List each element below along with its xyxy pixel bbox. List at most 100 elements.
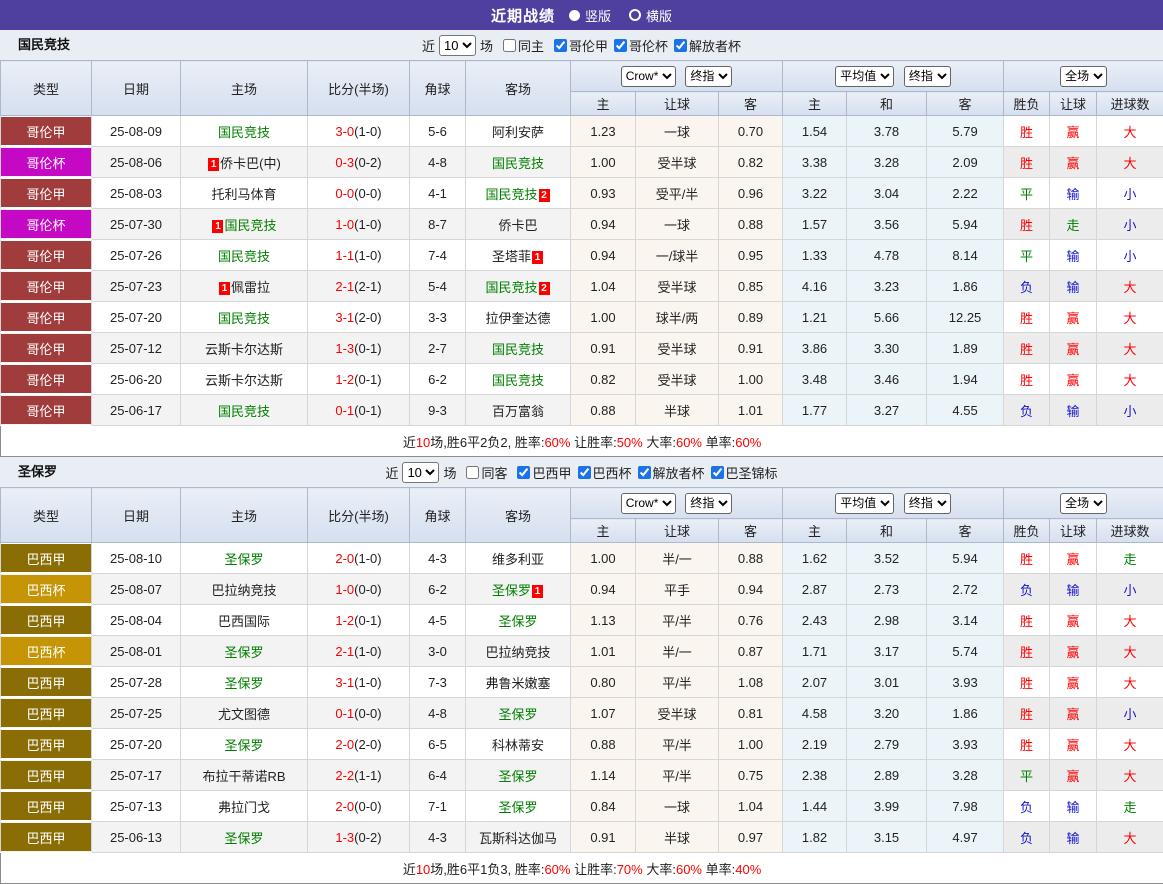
avg-home: 1.62 <box>783 543 847 574</box>
avg-home: 1.77 <box>783 395 847 426</box>
team-label: 国民竞技 <box>492 342 544 357</box>
avg-home: 4.58 <box>783 698 847 729</box>
result-goals: 大 <box>1097 333 1163 364</box>
match-date: 25-07-13 <box>92 791 181 822</box>
same-venue-filter[interactable]: 同主 <box>497 36 544 55</box>
league-checkbox[interactable] <box>674 39 687 52</box>
odds-home: 0.91 <box>571 822 636 853</box>
subcol-avg-home: 主 <box>783 519 847 543</box>
league-filter[interactable]: 解放者杯 <box>668 36 741 55</box>
corner-count: 6-5 <box>410 729 466 760</box>
league-checkbox[interactable] <box>638 466 651 479</box>
league-badge: 巴西杯 <box>1 574 92 605</box>
summary-segment: 场,胜6平2负2, 胜率: <box>430 435 544 450</box>
score-cell: 0-1(0-1) <box>308 395 410 426</box>
result-scope-select[interactable]: 全场 <box>1060 66 1107 87</box>
avg-home: 1.44 <box>783 791 847 822</box>
team-label: 侨卡巴(中) <box>220 156 281 171</box>
league-badge: 哥伦甲 <box>1 271 92 302</box>
odds-home: 1.00 <box>571 302 636 333</box>
summary-segment: 60% <box>676 862 702 877</box>
match-row: 哥伦甲25-07-12云斯卡尔达斯1-3(0-1)2-7国民竞技0.91受半球0… <box>1 333 1163 364</box>
league-filter[interactable]: 哥伦杯 <box>608 36 668 55</box>
away-team: 百万富翁 <box>466 395 571 426</box>
match-count-select[interactable]: 10 <box>402 462 439 483</box>
col-corner: 角球 <box>410 61 466 116</box>
same-venue-checkbox[interactable] <box>503 39 516 52</box>
team-label: 托利马体育 <box>211 187 276 202</box>
match-row: 哥伦杯25-08-061侨卡巴(中)0-3(0-2)4-8国民竞技1.00受半球… <box>1 147 1163 178</box>
same-venue-filter[interactable]: 同客 <box>460 463 507 482</box>
league-checkbox[interactable] <box>711 466 724 479</box>
match-row: 哥伦甲25-07-26国民竞技1-1(1-0)7-4圣塔菲10.94一/球半0.… <box>1 240 1163 271</box>
odds-handicap: 平/半 <box>636 729 719 760</box>
odds-stage-select[interactable]: 终指 <box>685 66 732 87</box>
radio-vertical-layout[interactable]: 竖版 <box>569 6 611 25</box>
avg-away: 3.28 <box>927 760 1004 791</box>
odds-stage-select[interactable]: 终指 <box>685 493 732 514</box>
home-team: 云斯卡尔达斯 <box>181 364 308 395</box>
matches-table: 类型 日期 主场 比分(半场) 角球 客场 Crow* 终指 平均值 终指 全场 <box>0 487 1163 884</box>
result-scope-select[interactable]: 全场 <box>1060 493 1107 514</box>
odds-handicap: 半/一 <box>636 543 719 574</box>
summary-segment: 近 <box>403 862 416 877</box>
odds-handicap: 受半球 <box>636 271 719 302</box>
odds-handicap: 受平/半 <box>636 178 719 209</box>
away-team: 圣保罗 <box>466 698 571 729</box>
radio-horizontal-layout[interactable]: 横版 <box>629 6 672 25</box>
league-checkbox[interactable] <box>517 466 530 479</box>
match-row: 巴西甲25-07-17布拉干蒂诺RB2-2(1-1)6-4圣保罗1.14平/半0… <box>1 760 1163 791</box>
avg-away: 5.94 <box>927 543 1004 574</box>
result-goals: 大 <box>1097 729 1163 760</box>
corner-count: 6-2 <box>410 364 466 395</box>
home-team: 圣保罗 <box>181 667 308 698</box>
avg-company-select[interactable]: 平均值 <box>835 66 894 87</box>
result-handicap: 赢 <box>1050 116 1097 147</box>
away-team: 国民竞技2 <box>466 178 571 209</box>
avg-draw: 3.23 <box>847 271 927 302</box>
fulltime-score: 1-3 <box>335 341 354 356</box>
league-filter[interactable]: 巴圣锦标 <box>705 463 778 482</box>
corner-count: 4-5 <box>410 605 466 636</box>
league-checkbox[interactable] <box>614 39 627 52</box>
league-badge: 哥伦甲 <box>1 178 92 209</box>
avg-home: 3.86 <box>783 333 847 364</box>
result-goals: 大 <box>1097 636 1163 667</box>
summary-segment: 让胜率: <box>570 862 616 877</box>
league-checkbox[interactable] <box>554 39 567 52</box>
halftime-score: (0-0) <box>354 186 381 201</box>
odds-company-select[interactable]: Crow* <box>621 66 676 87</box>
match-row: 巴西杯25-08-07巴拉纳竞技1-0(0-0)6-2圣保罗10.94平手0.9… <box>1 574 1163 605</box>
match-count-select[interactable]: 10 <box>439 35 476 56</box>
score-cell: 1-0(0-0) <box>308 574 410 605</box>
league-filter[interactable]: 解放者杯 <box>632 463 705 482</box>
col-score: 比分(半场) <box>308 488 410 543</box>
fulltime-score: 3-1 <box>335 675 354 690</box>
result-outcome: 负 <box>1004 822 1050 853</box>
avg-company-select[interactable]: 平均值 <box>835 493 894 514</box>
fulltime-score: 3-1 <box>335 310 354 325</box>
halftime-score: (0-1) <box>354 403 381 418</box>
home-team: 圣保罗 <box>181 543 308 574</box>
league-filter[interactable]: 巴西杯 <box>572 463 632 482</box>
odds-company-select[interactable]: Crow* <box>621 493 676 514</box>
result-goals: 大 <box>1097 605 1163 636</box>
team-label: 科林蒂安 <box>492 738 544 753</box>
result-handicap: 赢 <box>1050 760 1097 791</box>
avg-away: 1.94 <box>927 364 1004 395</box>
league-filter[interactable]: 哥伦甲 <box>548 36 608 55</box>
team-label: 国民竞技 <box>218 404 270 419</box>
odds-home: 0.88 <box>571 729 636 760</box>
avg-stage-select[interactable]: 终指 <box>904 493 951 514</box>
same-venue-checkbox[interactable] <box>466 466 479 479</box>
odds-handicap: 受半球 <box>636 364 719 395</box>
odds-handicap: 球半/两 <box>636 302 719 333</box>
match-row: 哥伦甲25-07-20国民竞技3-1(2-0)3-3拉伊奎达德1.00球半/两0… <box>1 302 1163 333</box>
avg-stage-select[interactable]: 终指 <box>904 66 951 87</box>
col-corner: 角球 <box>410 488 466 543</box>
col-home: 主场 <box>181 61 308 116</box>
league-checkbox[interactable] <box>578 466 591 479</box>
league-filter[interactable]: 巴西甲 <box>511 463 571 482</box>
result-outcome: 胜 <box>1004 147 1050 178</box>
away-team: 维多利亚 <box>466 543 571 574</box>
